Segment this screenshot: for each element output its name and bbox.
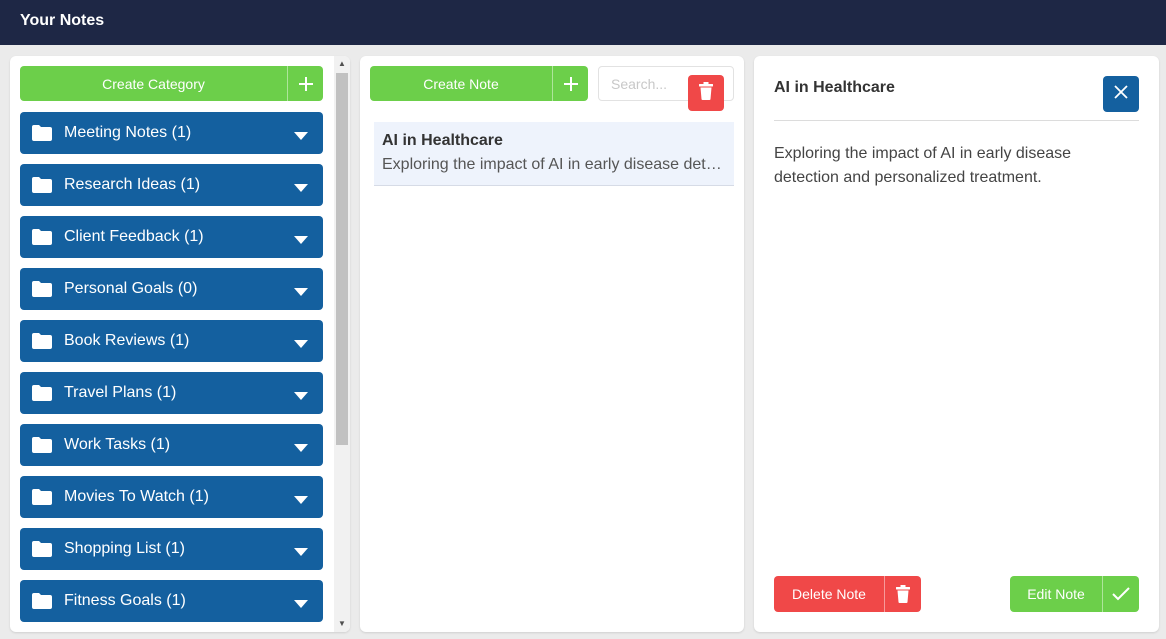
category-label: Work Tasks (1) [64,436,171,453]
detail-divider [774,120,1139,121]
trash-icon [698,81,714,105]
note-detail-body: Exploring the impact of AI in early dise… [774,145,1072,186]
delete-note-button[interactable]: Delete Note [774,576,921,612]
category-item[interactable]: Shopping List (1) [20,528,323,570]
category-item[interactable]: Client Feedback (1) [20,216,323,258]
folder-icon [31,488,53,506]
folder-icon [31,436,53,454]
category-item[interactable]: Fitness Goals (1) [20,580,323,622]
folder-icon [31,124,53,142]
chevron-down-icon[interactable] [293,232,309,244]
notes-panel: Create Note AI in Healthcare Exploring t… [360,56,744,632]
create-category-button[interactable]: Create Category [20,66,323,101]
category-label: Travel Plans (1) [64,384,177,401]
category-label: Book Reviews (1) [64,332,190,349]
category-list: Meeting Notes (1) Research Ideas (1) Cli… [20,112,323,632]
scrollbar-thumb[interactable] [336,73,348,445]
search-box [598,66,734,111]
chevron-down-icon[interactable] [293,128,309,140]
edit-note-label: Edit Note [1027,586,1085,602]
note-list-item[interactable]: AI in Healthcare Exploring the impact of… [374,122,734,186]
category-item[interactable]: Research Ideas (1) [20,164,323,206]
category-label: Fitness Goals (1) [64,592,186,609]
close-button[interactable] [1103,76,1139,112]
folder-icon [31,592,53,610]
category-label: Meeting Notes (1) [64,124,192,141]
create-note-button[interactable]: Create Note [370,66,588,101]
category-item[interactable]: Movies To Watch (1) [20,476,323,518]
chevron-down-icon[interactable] [293,180,309,192]
scroll-down-arrow-icon[interactable]: ▼ [334,616,350,632]
chevron-down-icon[interactable] [293,388,309,400]
create-note-label: Create Note [423,75,499,92]
folder-icon [31,176,53,194]
folder-icon [31,228,53,246]
note-detail-title: AI in Healthcare [774,79,895,96]
chevron-down-icon[interactable] [293,544,309,556]
category-label: Personal Goals (0) [64,280,198,297]
search-input[interactable] [599,67,689,100]
app-header: Your Notes [0,0,1166,45]
category-item[interactable]: Personal Goals (0) [20,268,323,310]
folder-icon [31,540,53,558]
plus-icon [287,66,323,101]
folder-icon [31,332,53,350]
category-label: Client Feedback (1) [64,228,204,245]
category-item[interactable]: Meeting Notes (1) [20,112,323,154]
chevron-down-icon[interactable] [293,336,309,348]
scroll-up-arrow-icon[interactable]: ▲ [334,56,350,72]
category-scrollbar[interactable]: ▲ ▼ [334,56,350,632]
chevron-down-icon[interactable] [293,492,309,504]
note-detail-panel: AI in Healthcare Exploring the impact of… [754,56,1159,632]
folder-icon [31,280,53,298]
check-icon [1102,576,1139,612]
note-title: AI in Healthcare [382,132,503,149]
category-item[interactable]: Work Tasks (1) [20,424,323,466]
trash-icon [884,576,921,612]
category-item[interactable]: Book Reviews (1) [20,320,323,362]
clear-search-button[interactable] [688,75,724,111]
folder-icon [31,384,53,402]
categories-panel: Create Category Meeting Notes (1) Resear… [10,56,350,632]
chevron-down-icon[interactable] [293,440,309,452]
category-item[interactable]: Travel Plans (1) [20,372,323,414]
chevron-down-icon[interactable] [293,284,309,296]
create-category-label: Create Category [102,75,205,92]
app-title: Your Notes [20,12,105,29]
plus-icon [552,66,588,101]
delete-note-label: Delete Note [792,586,866,602]
close-icon [1114,84,1128,104]
chevron-down-icon[interactable] [293,596,309,608]
category-label: Research Ideas (1) [64,176,201,193]
note-snippet: Exploring the impact of AI in early dise… [382,156,726,173]
category-label: Shopping List (1) [64,540,185,557]
edit-note-button[interactable]: Edit Note [1010,576,1139,612]
category-label: Movies To Watch (1) [64,488,209,505]
